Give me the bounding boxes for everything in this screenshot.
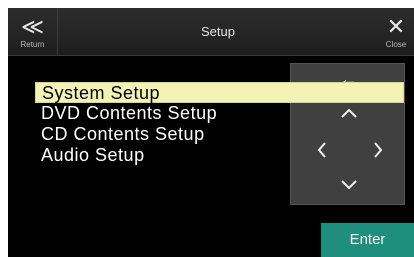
- menu-item-audio-setup[interactable]: Audio Setup: [8, 145, 414, 166]
- screen: ≪ Return Setup ✕ Close ← System Setup DV…: [8, 8, 414, 257]
- close-x-icon: ✕: [386, 14, 406, 39]
- menu-item-cd-contents-setup[interactable]: CD Contents Setup: [8, 124, 414, 145]
- header-bar: ≪ Return Setup ✕ Close: [8, 8, 414, 56]
- return-label: Return: [20, 40, 45, 49]
- menu-item-system-setup[interactable]: System Setup: [35, 82, 404, 103]
- enter-button[interactable]: Enter: [321, 223, 414, 257]
- setup-menu: System Setup DVD Contents Setup CD Conte…: [8, 82, 414, 166]
- close-label: Close: [385, 40, 407, 49]
- down-button[interactable]: [332, 176, 366, 200]
- close-button[interactable]: ✕ Close: [378, 8, 414, 56]
- chevron-down-icon: [341, 180, 357, 190]
- menu-item-dvd-contents-setup[interactable]: DVD Contents Setup: [8, 103, 414, 124]
- return-button[interactable]: ≪ Return: [8, 8, 58, 56]
- page-title: Setup: [201, 24, 235, 39]
- double-chevron-left-icon: ≪: [20, 14, 45, 39]
